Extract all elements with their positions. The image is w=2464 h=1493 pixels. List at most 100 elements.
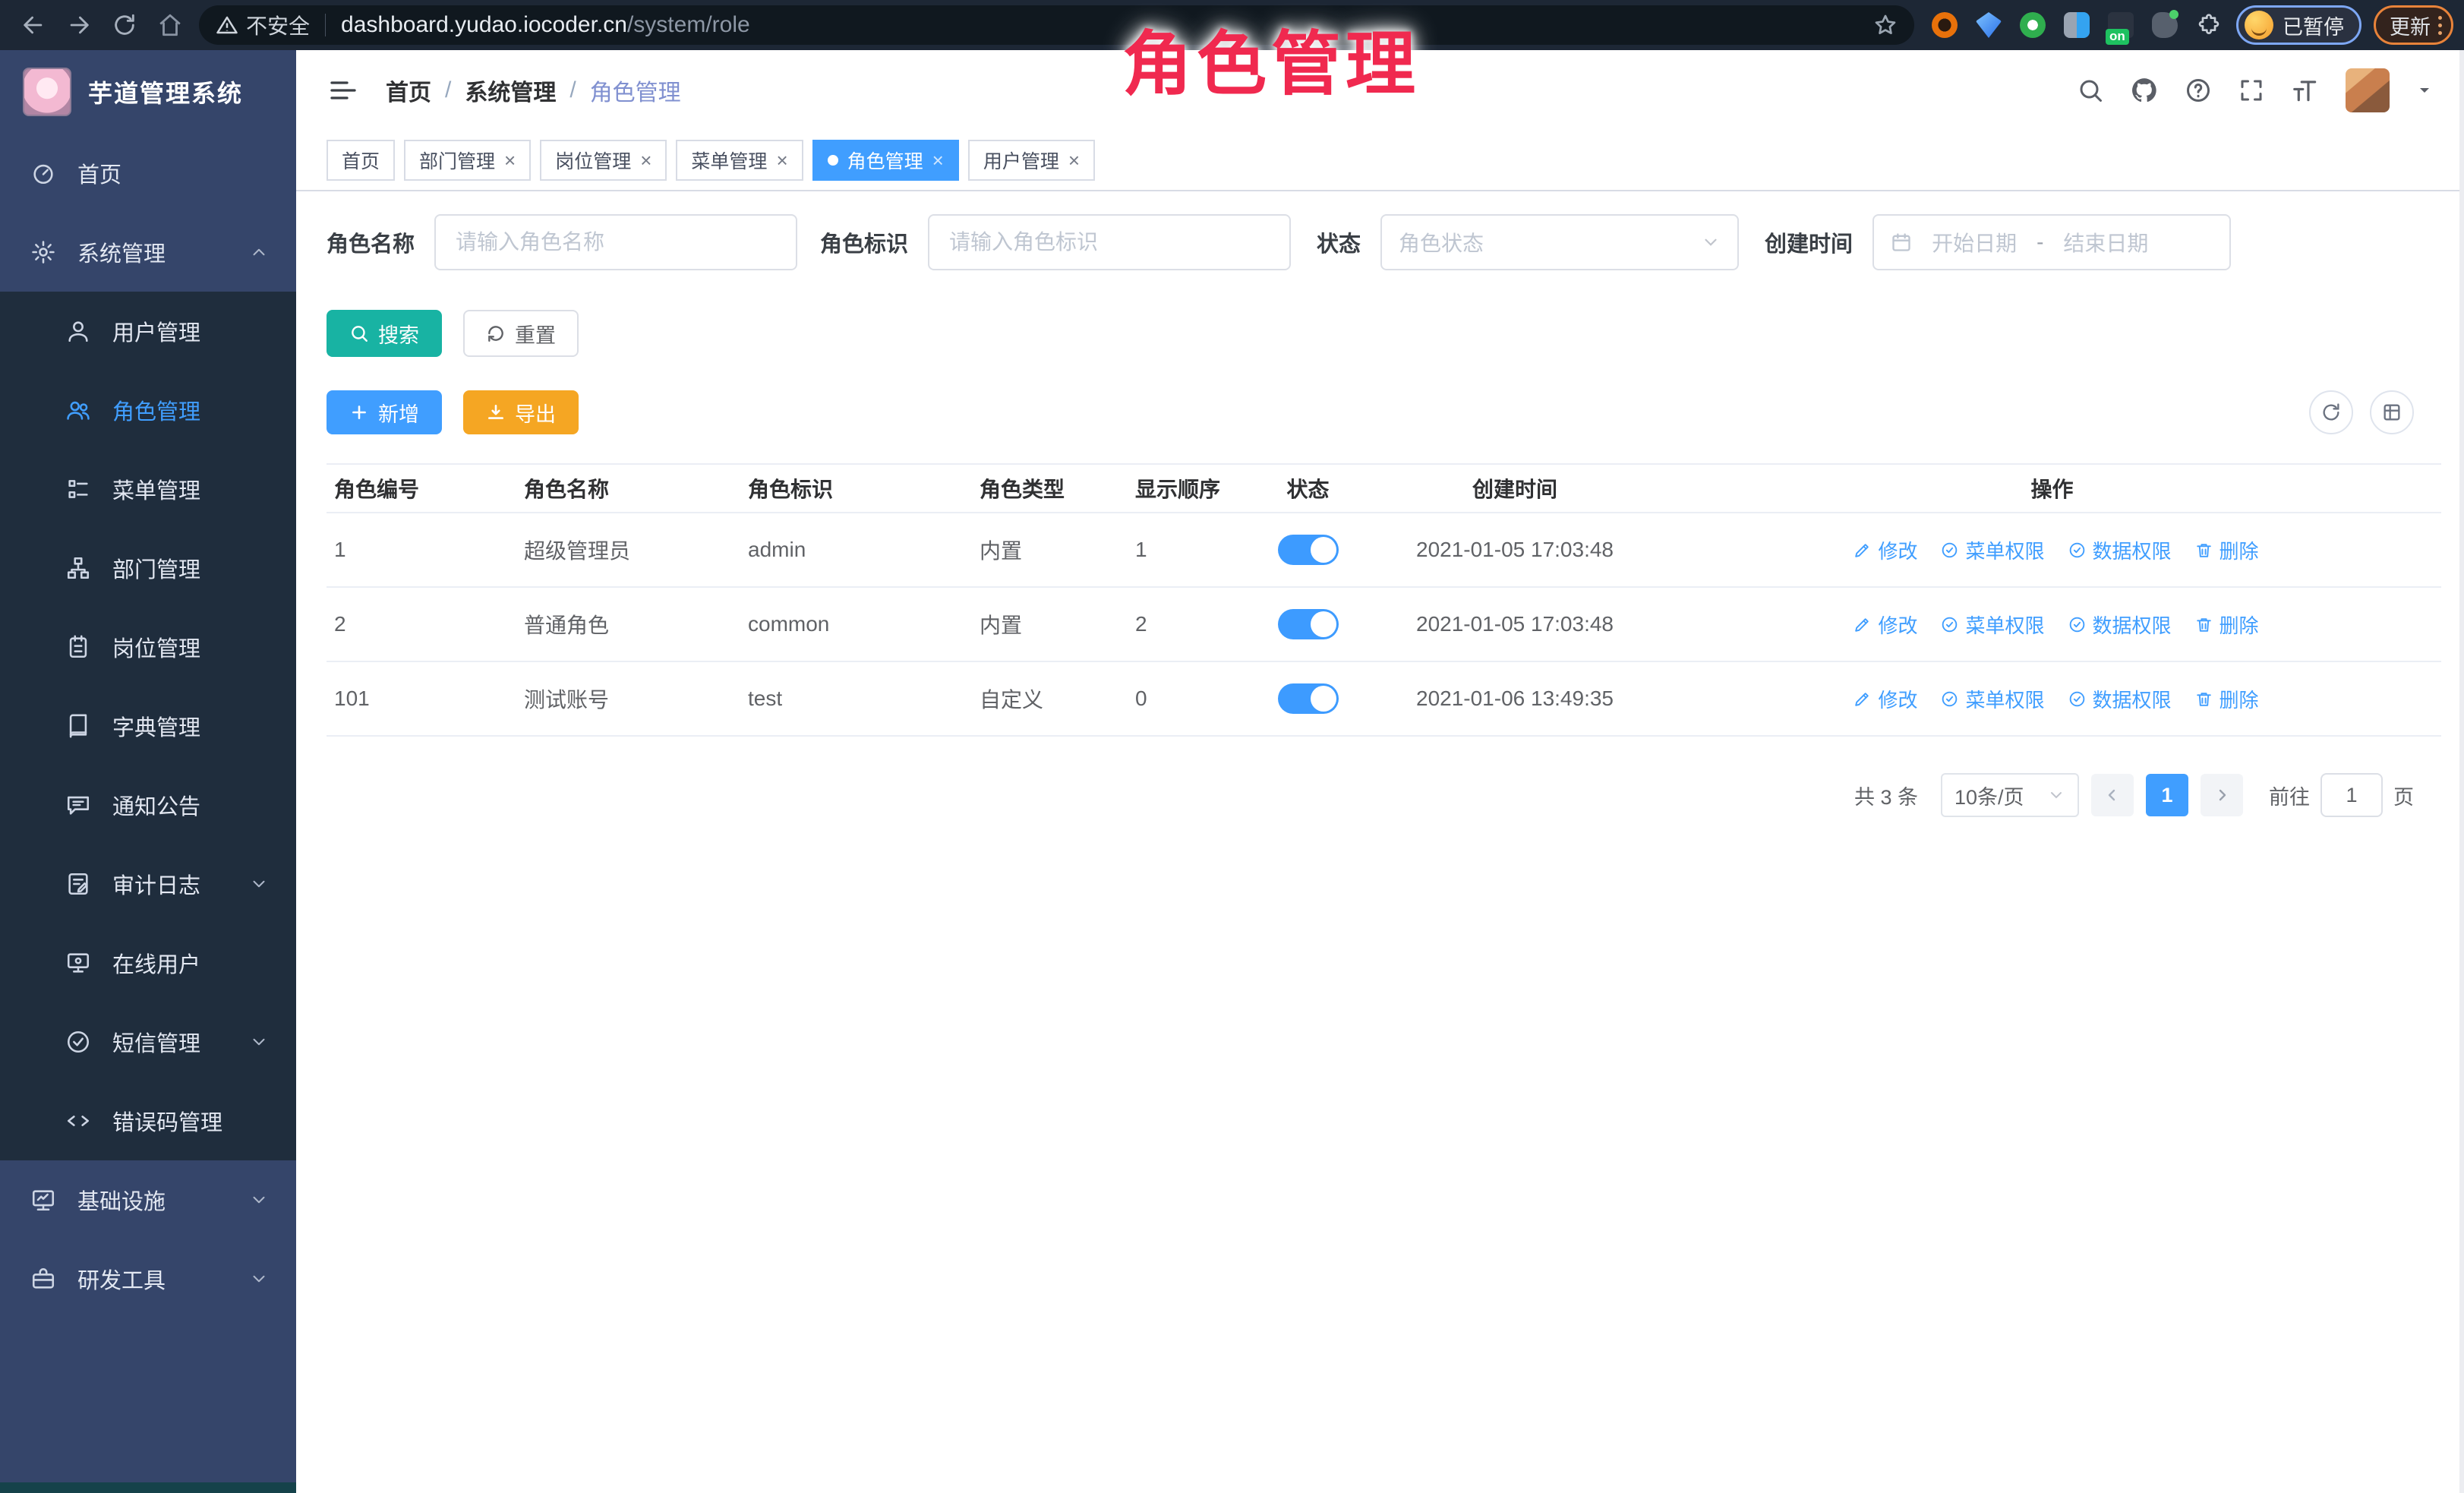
status-toggle[interactable]: [1278, 683, 1339, 714]
action-修改[interactable]: 修改: [1853, 536, 1917, 564]
sidebar-item-通知公告[interactable]: 通知公告: [0, 765, 296, 844]
page-size-select[interactable]: 10条/页: [1941, 773, 2079, 817]
app-logo[interactable]: 芋道管理系统: [0, 50, 296, 134]
extensions-puzzle-icon[interactable]: [2192, 8, 2226, 42]
circlecheck-icon: [1940, 541, 1959, 560]
tab-首页[interactable]: 首页: [327, 140, 395, 181]
sidebar-item-错误码管理[interactable]: 错误码管理: [0, 1081, 296, 1160]
home-icon[interactable]: [147, 5, 193, 45]
cell-key: test: [740, 687, 972, 711]
browser-update-button[interactable]: 更新: [2374, 5, 2453, 45]
sidebar-item-首页[interactable]: 首页: [0, 134, 296, 213]
extension-translate-icon[interactable]: [2060, 8, 2093, 42]
close-icon[interactable]: ×: [640, 150, 651, 170]
address-bar[interactable]: 不安全 dashboard.yudao.iocoder.cn/system/ro…: [199, 5, 1914, 45]
action-删除[interactable]: 删除: [2194, 536, 2259, 564]
action-修改[interactable]: 修改: [1853, 611, 1917, 639]
extension-orange-icon[interactable]: [1928, 8, 1961, 42]
action-数据权限[interactable]: 数据权限: [2068, 685, 2172, 713]
github-icon[interactable]: [2130, 76, 2159, 105]
page-scrollbar[interactable]: [2459, 50, 2464, 1493]
next-page-button[interactable]: [2201, 774, 2243, 816]
search-icon[interactable]: [2077, 77, 2104, 104]
profile-paused-button[interactable]: 已暂停: [2236, 5, 2361, 45]
log-icon: [65, 871, 91, 897]
sidebar-item-岗位管理[interactable]: 岗位管理: [0, 608, 296, 687]
post-icon: [65, 634, 91, 660]
goto-page-input[interactable]: [2320, 773, 2383, 817]
sidebar-item-短信管理[interactable]: 短信管理: [0, 1002, 296, 1081]
action-菜单权限[interactable]: 菜单权限: [1940, 536, 2044, 564]
sidebar-item-审计日志[interactable]: 审计日志: [0, 844, 296, 923]
monitor-icon: [30, 1187, 56, 1213]
action-修改[interactable]: 修改: [1853, 685, 1917, 713]
online-icon: [65, 950, 91, 976]
back-icon[interactable]: [11, 5, 56, 45]
avatar-caret-icon[interactable]: [2415, 81, 2434, 99]
tab-部门管理[interactable]: 部门管理×: [404, 140, 531, 181]
add-button[interactable]: 新增: [327, 390, 442, 434]
search-button[interactable]: 搜索: [327, 310, 442, 357]
font-size-icon[interactable]: [2291, 76, 2320, 105]
close-icon[interactable]: ×: [776, 150, 787, 170]
sidebar-item-部门管理[interactable]: 部门管理: [0, 529, 296, 608]
column-header-状态: 状态: [1249, 473, 1367, 503]
sidebar-item-角色管理[interactable]: 角色管理: [0, 371, 296, 450]
action-删除[interactable]: 删除: [2194, 685, 2259, 713]
bookmark-star-icon[interactable]: [1873, 13, 1898, 37]
sidebar-item-基础设施[interactable]: 基础设施: [0, 1160, 296, 1239]
user-avatar[interactable]: [2346, 68, 2390, 112]
sidebar-item-研发工具[interactable]: 研发工具: [0, 1239, 296, 1318]
extension-on-badge-icon[interactable]: on: [2104, 8, 2137, 42]
page-url: dashboard.yudao.iocoder.cn/system/role: [341, 12, 750, 38]
security-warning[interactable]: 不安全: [216, 10, 310, 40]
sidebar-item-字典管理[interactable]: 字典管理: [0, 687, 296, 765]
hamburger-icon[interactable]: [317, 75, 369, 106]
tab-用户管理[interactable]: 用户管理×: [968, 140, 1095, 181]
action-数据权限[interactable]: 数据权限: [2068, 536, 2172, 564]
fullscreen-icon[interactable]: [2238, 77, 2265, 104]
goto-label: 前往: [2269, 781, 2310, 810]
close-icon[interactable]: ×: [504, 150, 516, 170]
cell-name: 测试账号: [516, 683, 740, 714]
forward-icon[interactable]: [56, 5, 102, 45]
reset-button[interactable]: 重置: [463, 310, 579, 357]
tab-菜单管理[interactable]: 菜单管理×: [676, 140, 803, 181]
tab-角色管理[interactable]: 角色管理×: [812, 140, 959, 181]
prev-page-button[interactable]: [2091, 774, 2134, 816]
dict-icon: [65, 713, 91, 739]
reload-icon[interactable]: [102, 5, 147, 45]
action-删除[interactable]: 删除: [2194, 611, 2259, 639]
status-toggle[interactable]: [1278, 535, 1339, 565]
breadcrumb-system[interactable]: 系统管理: [465, 74, 556, 107]
sidebar-item-用户管理[interactable]: 用户管理: [0, 292, 296, 371]
export-button[interactable]: 导出: [463, 390, 579, 434]
action-菜单权限[interactable]: 菜单权限: [1940, 685, 2044, 713]
role-key-input[interactable]: [928, 214, 1291, 270]
table-refresh-button[interactable]: [2309, 390, 2353, 434]
date-range-picker[interactable]: 开始日期 - 结束日期: [1872, 214, 2231, 270]
extension-bird-icon[interactable]: [2148, 8, 2182, 42]
column-settings-button[interactable]: [2370, 390, 2414, 434]
action-菜单权限[interactable]: 菜单权限: [1940, 611, 2044, 639]
extension-blue-gem-icon[interactable]: [1972, 8, 2005, 42]
update-label: 更新: [2390, 11, 2431, 40]
close-icon[interactable]: ×: [932, 150, 944, 170]
close-icon[interactable]: ×: [1068, 150, 1080, 170]
sidebar-item-菜单管理[interactable]: 菜单管理: [0, 450, 296, 529]
browser-menu-icon[interactable]: [2438, 16, 2442, 35]
help-icon[interactable]: [2185, 77, 2212, 104]
status-select[interactable]: 角色状态: [1380, 214, 1739, 270]
sidebar-item-在线用户[interactable]: 在线用户: [0, 923, 296, 1002]
tool-icon: [30, 1266, 56, 1292]
role-name-input[interactable]: [434, 214, 797, 270]
page-number-1[interactable]: 1: [2146, 774, 2188, 816]
status-toggle[interactable]: [1278, 609, 1339, 639]
breadcrumb-home[interactable]: 首页: [386, 74, 431, 107]
page-unit-label: 页: [2393, 781, 2414, 810]
extension-green-icon[interactable]: [2016, 8, 2049, 42]
cell-created: 2021-01-05 17:03:48: [1367, 612, 1663, 636]
action-数据权限[interactable]: 数据权限: [2068, 611, 2172, 639]
tab-岗位管理[interactable]: 岗位管理×: [540, 140, 667, 181]
sidebar-item-系统管理[interactable]: 系统管理: [0, 213, 296, 292]
